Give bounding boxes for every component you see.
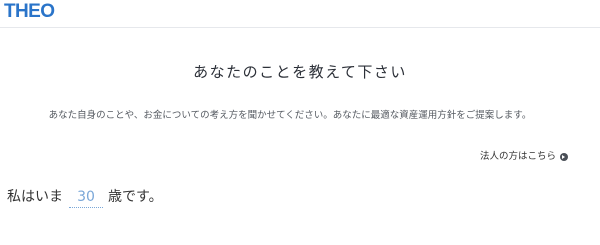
age-input[interactable] [69, 189, 103, 208]
age-question: 私はいま 歳です。 [7, 186, 163, 208]
page-title: あなたのことを教えて下さい [193, 63, 407, 81]
age-prefix: 私はいま [7, 189, 63, 205]
corporate-link[interactable]: 法人の方はこちら [480, 150, 568, 164]
site-header: THEO [0, 0, 600, 28]
theo-logo[interactable]: THEO [4, 1, 55, 23]
arrow-circle-icon [560, 153, 568, 161]
lead-text: あなた自身のことや、お金についての考え方を聞かせてください。あなたに最適な資産運… [48, 110, 532, 121]
age-suffix: 歳です。 [108, 189, 163, 205]
corporate-link-label: 法人の方はこちら [479, 151, 556, 162]
